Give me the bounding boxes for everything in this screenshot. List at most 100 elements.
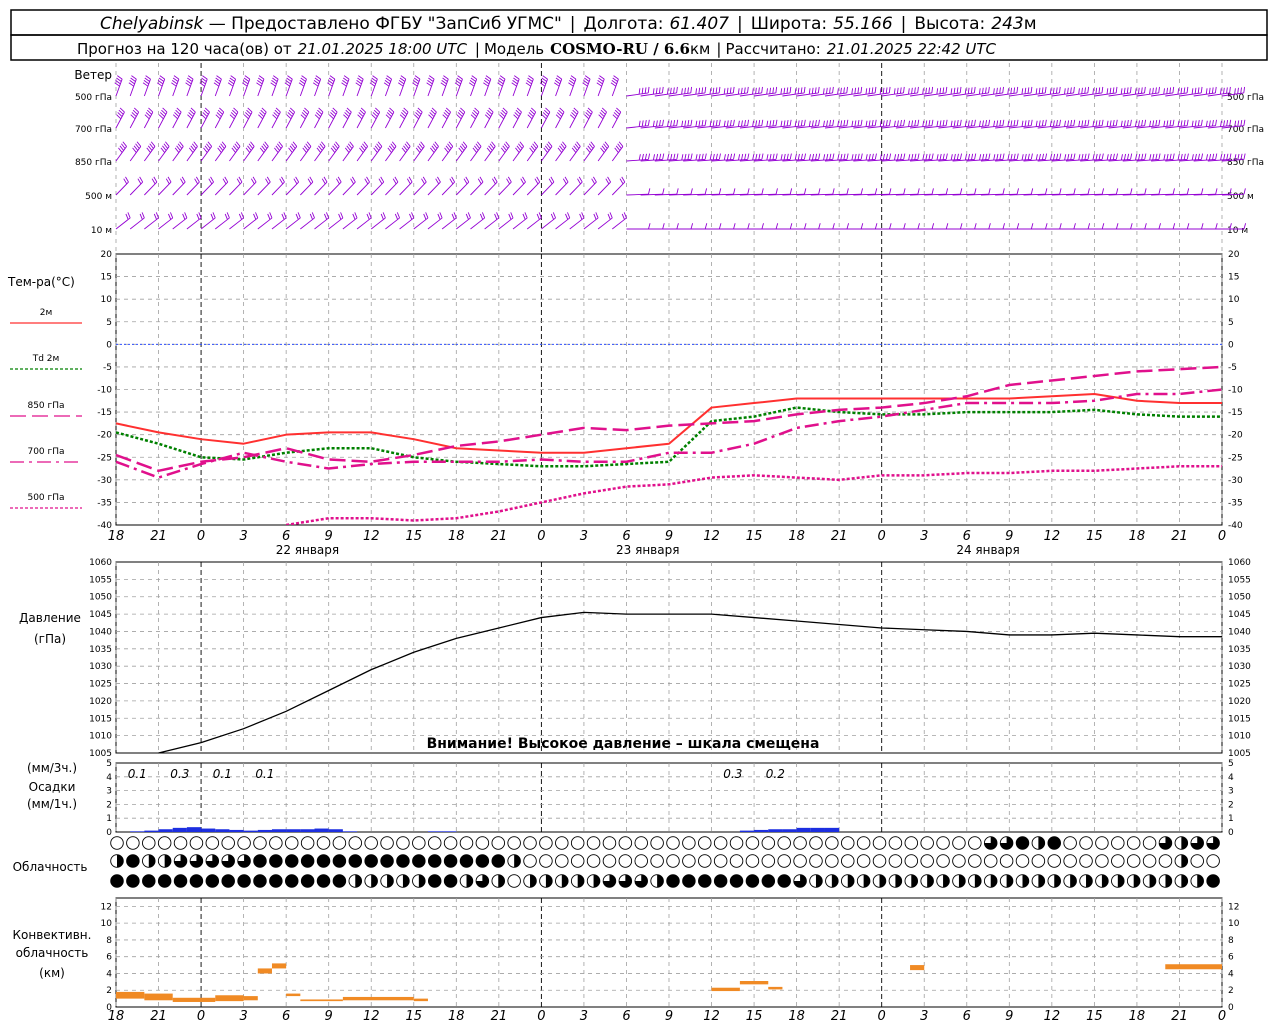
header-dash: —: [203, 14, 231, 34]
wind-barb-shaft: [158, 181, 172, 196]
wind-barb-flag: [1120, 154, 1123, 161]
wind-barb-flag: [1115, 188, 1119, 195]
cloud-symbol: [745, 836, 760, 850]
cloud-symbol: [920, 854, 934, 868]
cloud-fill: [927, 874, 934, 888]
wind-barb-flag: [775, 86, 778, 93]
wind-barb-flag: [803, 188, 807, 195]
y-tick-label-left: 10: [101, 295, 113, 305]
cloud-symbol: [523, 854, 537, 868]
y-tick-label-right: 1040: [1228, 627, 1251, 637]
wind-barb-flag: [1129, 86, 1132, 93]
wind-barb-flag: [811, 153, 815, 160]
wind-barb-flag: [1087, 119, 1090, 126]
cloud-fill: [746, 874, 759, 888]
wind-barb-flag: [945, 86, 948, 93]
cloud-symbol: [888, 854, 903, 868]
wind-barb-shaft: [399, 181, 413, 196]
wind-barb-flag: [917, 86, 919, 93]
wind-barb-shaft: [328, 146, 340, 162]
wind-barb-flag: [1078, 154, 1081, 161]
cloud-symbol: [221, 836, 235, 850]
wind-level-label: 500 гПа: [75, 93, 112, 103]
wind-barb-flag: [985, 87, 987, 94]
wind-barb-flag: [715, 120, 718, 127]
wind-barb-flag: [1144, 223, 1147, 230]
wind-barb-flag: [681, 88, 683, 95]
wind-barb-flag: [709, 154, 712, 161]
y-tick-label-left: 1030: [89, 662, 112, 672]
wind-barb-flag: [829, 87, 831, 94]
wind-barb-shaft: [186, 217, 202, 230]
time-tick-label: 21: [831, 529, 848, 544]
wind-barb-shaft: [328, 217, 344, 230]
wind-barb-flag: [564, 176, 569, 183]
wind-barb-flag: [1021, 154, 1024, 161]
y-tick-label-right: 1050: [1228, 593, 1251, 603]
wind-barb-flag: [769, 153, 772, 160]
wind-barb-flag: [293, 178, 298, 185]
wind-barb-shaft: [583, 217, 599, 230]
wind-barb-flag: [797, 120, 800, 127]
wind-barb-flag: [226, 212, 230, 219]
cloud-symbol: [634, 836, 648, 850]
wind-barb-flag: [988, 153, 991, 160]
y-tick-label-left: 1040: [89, 627, 112, 637]
wind-barb-flag: [1135, 154, 1138, 161]
wind-barb-flag: [1220, 154, 1223, 161]
wind-barb-flag: [761, 223, 764, 230]
wind-barb-shaft: [314, 181, 328, 196]
y-tick-label-left: 20: [101, 250, 113, 260]
wind-barb-flag: [1098, 87, 1101, 94]
wind-barb-flag: [982, 87, 984, 94]
wind-barb-shaft: [200, 181, 214, 196]
wind-barb-flag: [1035, 120, 1038, 127]
legend-label: Td 2м: [32, 354, 60, 364]
wind-barb-flag: [772, 87, 775, 94]
wind-barb-flag: [281, 176, 285, 183]
wind-barb-flag: [659, 153, 662, 160]
cloud-fill: [530, 874, 537, 888]
wind-barb-flag: [752, 88, 754, 95]
wind-barb-flag: [832, 119, 835, 126]
conv-cloud-bar: [144, 993, 173, 1001]
wind-barb-flag: [684, 87, 686, 94]
wind-barb-flag: [224, 213, 228, 220]
wind-barb-flag: [723, 154, 726, 161]
cloud-symbol: [1047, 854, 1062, 868]
wind-barb-flag: [956, 120, 959, 127]
precip-bar: [442, 831, 457, 832]
wind-barb-flag: [1177, 120, 1180, 127]
wind-barb-flag: [1013, 87, 1016, 94]
wind-barb-flag: [857, 87, 860, 94]
cloud-symbol: [809, 836, 823, 850]
data-provider: Предоставлено ФГБУ "ЗапСиб УГМС": [231, 14, 562, 34]
wind-barb-flag: [1149, 120, 1152, 127]
wind-barb-flag: [1126, 87, 1129, 94]
wind-barb-shaft: [158, 146, 170, 162]
precip-bar: [130, 831, 145, 832]
wind-barb-flag: [1038, 120, 1041, 127]
wind-barb-flag: [1149, 88, 1151, 95]
cloud-symbol: [1095, 836, 1109, 850]
wind-barb-flag: [137, 178, 142, 185]
wind-barb-flag: [1021, 120, 1024, 127]
wind-barb-flag: [829, 153, 832, 160]
wind-barb-flag: [800, 87, 803, 94]
wind-barb-flag: [832, 153, 835, 160]
wind-barb-flag: [165, 178, 170, 185]
wind-barb-flag: [974, 153, 977, 160]
precip-bar: [810, 827, 825, 832]
wind-barb-flag: [194, 178, 199, 185]
time-tick-label: 18: [108, 529, 125, 544]
wind-barb-flag: [744, 153, 747, 160]
precip-bar: [796, 827, 811, 832]
wind-barb-flag: [1070, 87, 1072, 94]
wind-barb-flag: [843, 153, 846, 160]
wind-barb-shaft: [342, 217, 358, 230]
wind-barb-flag: [826, 120, 828, 127]
wind-barb-flag: [255, 212, 259, 219]
wind-barb-flag: [1134, 88, 1137, 95]
wind-barb-flag: [1130, 223, 1133, 230]
cloud-fill: [1181, 874, 1188, 888]
